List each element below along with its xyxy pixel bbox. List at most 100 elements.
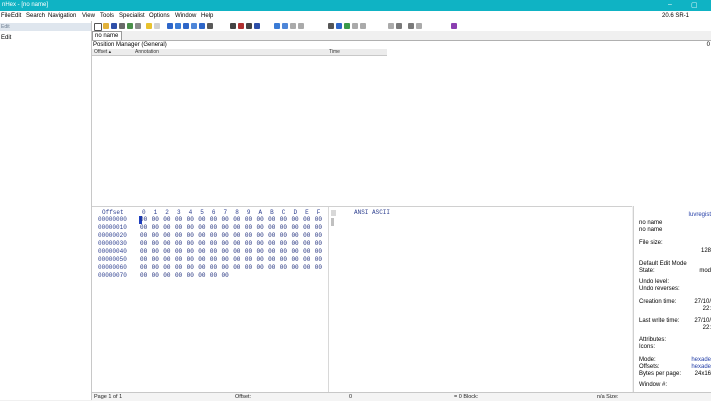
hex-byte[interactable]: 00	[233, 248, 240, 255]
hex-byte[interactable]: 00	[222, 224, 229, 231]
hex-byte[interactable]: 00	[210, 264, 217, 271]
hex-byte[interactable]: 00	[198, 248, 205, 255]
hex-byte[interactable]: 00	[175, 240, 182, 247]
hex-byte[interactable]: 00	[257, 240, 264, 247]
hex-byte[interactable]: 00	[315, 256, 322, 263]
hex-byte[interactable]: 00	[187, 248, 194, 255]
hex-byte[interactable]: 00	[140, 256, 147, 263]
hex-byte[interactable]: 00	[257, 264, 264, 271]
hex-byte[interactable]: 00	[303, 256, 310, 263]
hex-byte[interactable]: 00	[280, 216, 287, 223]
hex-byte[interactable]: 00	[233, 256, 240, 263]
hex-byte[interactable]: 00	[175, 272, 182, 279]
hex-byte[interactable]: 00	[140, 264, 147, 271]
hex-byte[interactable]: 00	[198, 272, 205, 279]
hex-view-icon[interactable]	[388, 23, 394, 29]
hex-byte[interactable]: 00	[303, 240, 310, 247]
hex-byte[interactable]: 00	[303, 232, 310, 239]
hex-byte[interactable]: 00	[175, 248, 182, 255]
column-offset[interactable]: Offset ▴	[94, 49, 111, 55]
scrollbar-thumb[interactable]	[331, 218, 334, 226]
hex-byte[interactable]: 00	[257, 224, 264, 231]
hex-byte[interactable]: 00	[152, 240, 159, 247]
hex-byte[interactable]: 00	[210, 248, 217, 255]
hex-byte[interactable]: 00	[315, 232, 322, 239]
hex-byte[interactable]: 00	[257, 256, 264, 263]
hex-byte[interactable]: 00	[268, 216, 275, 223]
hex-byte[interactable]: 00	[152, 248, 159, 255]
hex-byte[interactable]: 00	[291, 256, 298, 263]
hex-byte[interactable]: 00	[222, 216, 229, 223]
hex-byte[interactable]: 00	[280, 224, 287, 231]
help-icon[interactable]	[451, 23, 457, 29]
hex-byte[interactable]: 00	[257, 232, 264, 239]
open-disk-icon[interactable]	[135, 23, 141, 29]
scroll-up-button[interactable]	[331, 210, 336, 216]
column-annotation[interactable]: Annotation	[135, 49, 159, 55]
calculator-icon[interactable]	[290, 23, 296, 29]
hex-byte[interactable]: 00	[291, 216, 298, 223]
hash-icon[interactable]	[298, 23, 304, 29]
hex-byte[interactable]: 00	[152, 272, 159, 279]
menu-help[interactable]: Help	[201, 13, 213, 19]
snapshot-icon[interactable]	[344, 23, 350, 29]
hex-byte[interactable]: 00	[280, 232, 287, 239]
hex-byte[interactable]: 00	[303, 264, 310, 271]
hex-byte[interactable]: 00	[210, 232, 217, 239]
hex-byte[interactable]: 00	[245, 232, 252, 239]
column-time[interactable]: Time	[329, 49, 340, 55]
hex-byte[interactable]: 00	[245, 264, 252, 271]
hex-byte[interactable]: 00	[268, 224, 275, 231]
hex-editor-pane[interactable]: Offset ANSI ASCII 0123456789ABCDEF 00000…	[92, 206, 632, 393]
binoculars-icon[interactable]	[352, 23, 358, 29]
hex-byte[interactable]: 00	[152, 232, 159, 239]
properties-icon[interactable]	[127, 23, 133, 29]
hex-byte[interactable]: 00	[140, 232, 147, 239]
hex-byte[interactable]: 00	[163, 248, 170, 255]
menu-specialist[interactable]: Specialist	[119, 13, 145, 19]
hex-byte[interactable]: 00	[152, 256, 159, 263]
hex-byte[interactable]: 00	[268, 264, 275, 271]
hex-byte[interactable]: 00	[268, 232, 275, 239]
bookmark-icon[interactable]	[416, 23, 422, 29]
ram-icon[interactable]	[336, 23, 342, 29]
hex-byte[interactable]: 00	[163, 256, 170, 263]
hex-byte[interactable]: 00	[187, 272, 194, 279]
replace-icon[interactable]	[230, 23, 236, 29]
hex-byte[interactable]: 00	[291, 224, 298, 231]
hex-byte[interactable]: 00	[187, 256, 194, 263]
hex-byte[interactable]: 00	[163, 264, 170, 271]
hex-byte[interactable]: 00	[140, 272, 147, 279]
hex-byte[interactable]: 00	[233, 224, 240, 231]
hex-byte[interactable]: 00	[315, 264, 322, 271]
paste-special-icon[interactable]	[175, 23, 181, 29]
hex-byte[interactable]: 00	[175, 216, 182, 223]
save-icon[interactable]	[111, 23, 117, 29]
hex-byte[interactable]: 00	[280, 256, 287, 263]
hex-byte[interactable]: 00	[315, 216, 322, 223]
hex-byte[interactable]: 00	[198, 240, 205, 247]
menu-edit[interactable]: Edit	[11, 13, 21, 19]
new-file-icon[interactable]	[94, 23, 102, 31]
goto-sector-icon[interactable]	[254, 23, 260, 29]
hex-byte[interactable]: 00	[198, 264, 205, 271]
hex-byte[interactable]: 00	[303, 248, 310, 255]
hex-byte[interactable]: 00	[140, 248, 147, 255]
find-hex-icon[interactable]	[207, 23, 213, 29]
minimize-button[interactable]: –	[668, 1, 672, 8]
hex-byte[interactable]: 00	[233, 264, 240, 271]
maximize-button[interactable]: ▢	[691, 1, 698, 9]
hex-byte[interactable]: 00	[245, 216, 252, 223]
menu-view[interactable]: View	[82, 13, 95, 19]
forward-icon[interactable]	[282, 23, 288, 29]
hex-byte[interactable]: 00	[140, 216, 147, 223]
hex-byte[interactable]: 00	[198, 256, 205, 263]
hex-byte[interactable]: 00	[152, 224, 159, 231]
hex-byte[interactable]: 00	[291, 248, 298, 255]
hex-byte[interactable]: 00	[175, 224, 182, 231]
hex-byte[interactable]: 00	[303, 224, 310, 231]
hex-byte[interactable]: 00	[222, 232, 229, 239]
copy-icon[interactable]	[154, 23, 160, 29]
hex-byte[interactable]: 00	[187, 264, 194, 271]
hex-byte[interactable]: 00	[187, 240, 194, 247]
